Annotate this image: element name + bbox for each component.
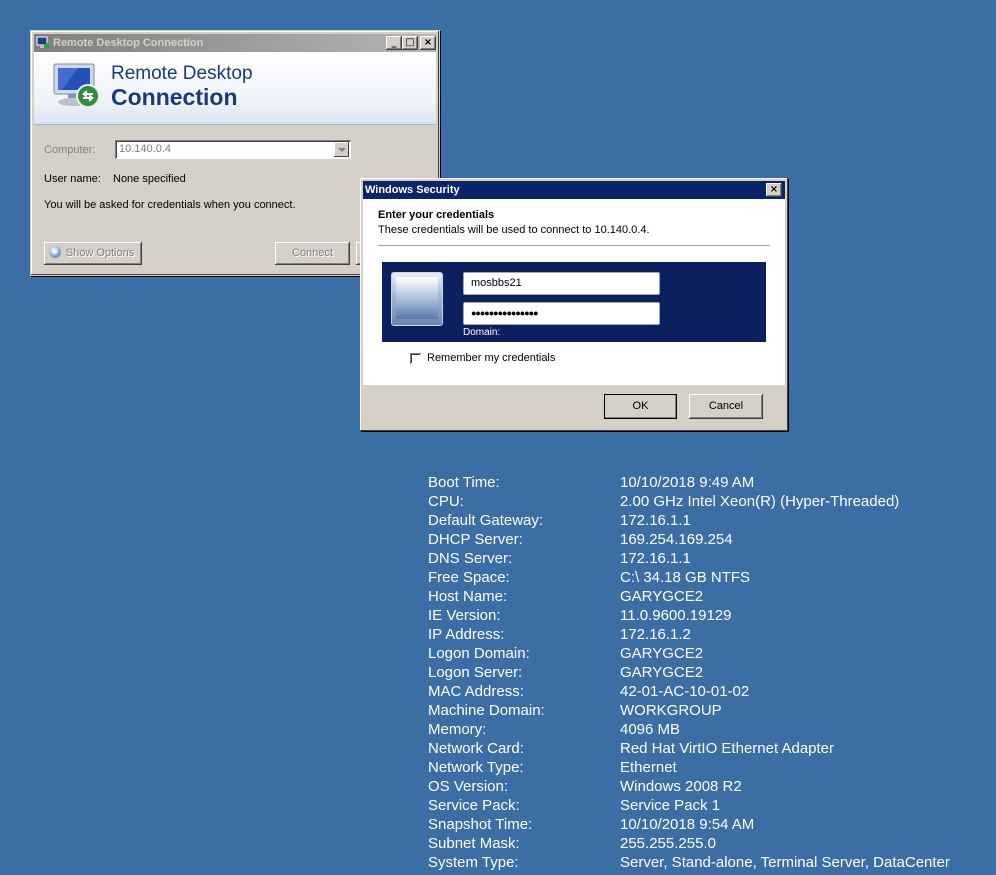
bginfo-value: GARYGCE2 — [620, 664, 704, 681]
show-options-label: Show Options — [65, 247, 135, 259]
security-title: Windows Security — [365, 184, 460, 196]
password-mask: ●●●●●●●●●●●●●●● — [471, 308, 539, 318]
bginfo-key: Free Space: — [428, 569, 510, 586]
security-titlebar[interactable]: Windows Security × — [363, 181, 785, 199]
username-label: User name: — [44, 173, 101, 185]
bginfo-value: Red Hat VirtIO Ethernet Adapter — [620, 740, 835, 757]
bginfo-value: 169.254.169.254 — [620, 531, 733, 548]
bginfo-key: Subnet Mask: — [428, 835, 520, 852]
bginfo-key: Logon Server: — [428, 664, 523, 681]
bginfo-value: 11.0.9600.19129 — [620, 607, 732, 624]
bginfo-value: GARYGCE2 — [620, 588, 704, 605]
bginfo-key: Memory: — [428, 721, 487, 738]
bginfo-value: C:\ 34.18 GB NTFS — [620, 569, 751, 586]
username-value: None specified — [113, 173, 186, 185]
bginfo-key: Logon Domain: — [428, 645, 530, 662]
bginfo-value: 255.255.255.0 — [620, 835, 716, 852]
remember-credentials-checkbox[interactable] — [410, 353, 421, 364]
bginfo-key: Host Name: — [428, 588, 508, 605]
bginfo-key: Network Type: — [428, 759, 524, 776]
bginfo-key: CPU: — [428, 493, 464, 510]
password-field[interactable]: ●●●●●●●●●●●●●●● — [463, 302, 660, 325]
remote-desktop-logo-icon — [53, 63, 100, 108]
bginfo-value: 4096 MB — [620, 721, 681, 738]
bginfo-value: 172.16.1.2 — [620, 626, 691, 643]
bginfo-value: 172.16.1.1 — [620, 550, 691, 567]
expand-icon — [49, 246, 61, 258]
connect-button[interactable]: Connect — [275, 242, 350, 265]
security-close-button[interactable]: × — [766, 183, 782, 197]
rdc-close-button[interactable]: × — [420, 36, 436, 50]
rdc-banner: Remote Desktop Connection — [34, 52, 436, 125]
bginfo-value: GARYGCE2 — [620, 645, 704, 662]
bginfo-key: IP Address: — [428, 626, 505, 643]
bginfo-value: WORKGROUP — [620, 702, 722, 719]
credentials-subheading: These credentials will be used to connec… — [378, 224, 650, 236]
computer-label: Computer: — [44, 144, 96, 156]
banner-title-line2: Connection — [111, 84, 238, 110]
user-avatar-icon — [391, 272, 443, 326]
bginfo-key: IE Version: — [428, 607, 501, 624]
bginfo-key: Boot Time: — [428, 474, 500, 491]
bginfo-key: MAC Address: — [428, 683, 524, 700]
bginfo-value: Windows 2008 R2 — [620, 778, 742, 795]
bginfo-value: 10/10/2018 9:54 AM — [620, 816, 755, 833]
credential-tile[interactable]: mosbbs21 ●●●●●●●●●●●●●●● Domain: — [382, 262, 766, 342]
bginfo-key: Snapshot Time: — [428, 816, 533, 833]
bginfo-key: Default Gateway: — [428, 512, 544, 529]
rdc-titlebar[interactable]: Remote Desktop Connection _ □ × — [34, 34, 436, 52]
rdc-title: Remote Desktop Connection — [53, 37, 204, 49]
security-body: Enter your credentials These credentials… — [363, 199, 785, 385]
bginfo-value: Ethernet — [620, 759, 677, 776]
bginfo-key: Network Card: — [428, 740, 524, 757]
ok-button[interactable]: OK — [604, 394, 677, 419]
username-input-value: mosbbs21 — [471, 277, 522, 289]
bginfo-key: System Type: — [428, 854, 519, 871]
domain-label: Domain: — [463, 327, 501, 338]
chevron-down-icon[interactable] — [334, 142, 349, 157]
bginfo-value: 172.16.1.1 — [620, 512, 691, 529]
bginfo-value: Server, Stand-alone, Terminal Server, Da… — [620, 854, 950, 871]
minimize-button[interactable]: _ — [386, 36, 402, 50]
banner-title-line1: Remote Desktop — [111, 63, 253, 84]
show-options-button[interactable]: Show Options — [44, 242, 142, 265]
bginfo-value: 2.00 GHz Intel Xeon(R) (Hyper-Threaded) — [620, 493, 900, 510]
username-field[interactable]: mosbbs21 — [463, 272, 660, 295]
bginfo-key: DHCP Server: — [428, 531, 523, 548]
cancel-button[interactable]: Cancel — [689, 394, 763, 419]
computer-combobox[interactable]: 10.140.0.4 — [115, 140, 351, 159]
bginfo-key: Machine Domain: — [428, 702, 545, 719]
computer-value: 10.140.0.4 — [119, 143, 171, 155]
rdc-app-icon — [36, 36, 50, 49]
maximize-button[interactable]: □ — [402, 36, 418, 50]
bginfo-value: 10/10/2018 9:49 AM — [620, 474, 755, 491]
bginfo-key: Service Pack: — [428, 797, 520, 814]
bginfo-value: 42-01-AC-10-01-02 — [620, 683, 750, 700]
credentials-info-text: You will be asked for credentials when y… — [44, 199, 296, 211]
remember-credentials-label[interactable]: Remember my credentials — [427, 352, 555, 364]
bginfo-key: OS Version: — [428, 778, 509, 795]
credentials-heading: Enter your credentials — [378, 209, 495, 221]
bginfo-value: Service Pack 1 — [620, 797, 721, 814]
windows-security-dialog: Windows Security × Enter your credential… — [360, 178, 788, 431]
separator — [378, 245, 770, 246]
bginfo-key: DNS Server: — [428, 550, 513, 567]
